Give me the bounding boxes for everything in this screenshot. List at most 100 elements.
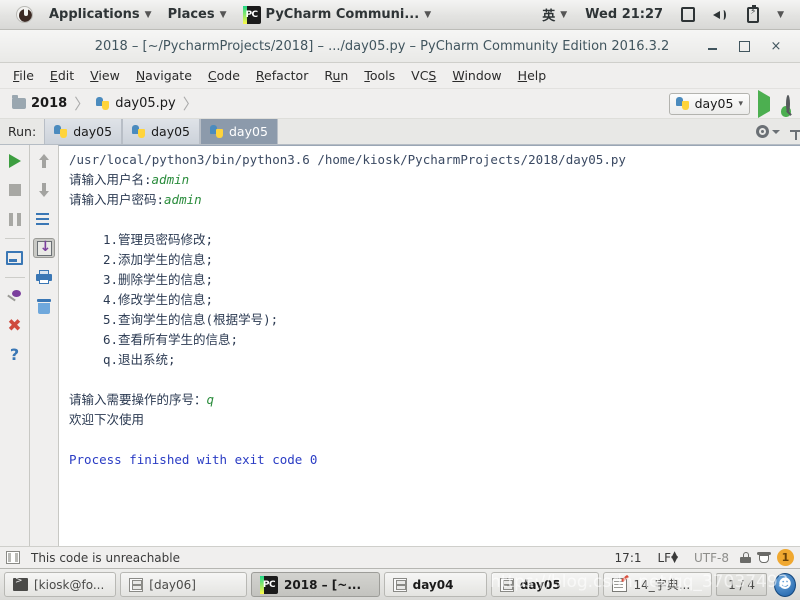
soft-wrap-button[interactable] [33,209,55,229]
lock-icon[interactable] [740,552,751,563]
search-everywhere-button[interactable] [786,94,790,113]
taskbar-item-notepad[interactable]: 14_字典... [603,572,713,597]
active-window-menu[interactable]: PC PyCharm Communi... ▼ [235,2,440,28]
menu-vcs[interactable]: VCS [404,65,443,86]
chevron-down-icon: ▼ [560,9,568,20]
run-configuration-label: day05 [694,96,734,111]
file-manager-icon [129,577,144,592]
run-configuration-selector[interactable]: day05 ▾ [668,92,750,115]
hector-icon[interactable] [757,551,771,564]
updown-arrows-icon: ▲ ▼ [671,550,679,565]
taskbar-item-label: 2018 – [~... [284,577,361,592]
battery-button[interactable] [739,2,767,28]
run-button[interactable] [758,89,770,118]
console-exit-line: Process finished with exit code 0 [69,452,318,467]
window-titlebar: 2018 – [~/PycharmProjects/2018] – .../da… [0,30,800,63]
taskbar-item-terminal[interactable]: [kiosk@fo... [4,572,117,597]
display-settings-button[interactable] [673,2,703,28]
taskbar-item-day06[interactable]: [day06] [120,572,248,597]
menu-window[interactable]: Window [445,65,508,86]
pause-button[interactable] [4,209,26,229]
input-method-indicator[interactable]: 英 ▼ [534,2,575,28]
run-tab-2[interactable]: day05 [122,119,200,144]
print-button[interactable] [33,267,55,287]
rerun-button[interactable] [4,151,26,171]
clear-all-button[interactable] [33,296,55,316]
console-line: q.退出系统; [103,352,176,367]
notification-badge[interactable]: 1 [777,549,794,566]
breadcrumb-project-label: 2018 [31,96,68,111]
toolbar-divider [4,277,25,278]
taskbar-item-day04[interactable]: day04 [383,572,487,597]
pycharm-window: 2018 – [~/PycharmProjects/2018] – .../da… [0,30,800,568]
line-separator[interactable]: LF▲ ▼ [653,551,684,565]
show-console-button[interactable] [4,248,26,268]
workspace-pager[interactable]: 1 / 4 [716,573,768,596]
menu-view[interactable]: View [83,65,127,86]
pause-icon [8,212,21,226]
scroll-down-button[interactable] [33,180,55,200]
taskbar-item-label: day05 [519,577,561,592]
volume-button[interactable] [705,2,737,28]
breadcrumb-separator: 〉 [182,95,198,113]
applications-menu[interactable]: Applications ▼ [41,2,160,28]
console-prompt: 请输入用户名: [69,172,152,187]
console-line: 1.管理员密码修改; [103,232,214,247]
menu-code[interactable]: Code [201,65,247,86]
menu-edit[interactable]: Edit [43,65,81,86]
line-separator-label: LF [657,550,672,565]
scroll-to-end-button[interactable] [33,238,55,258]
menu-file[interactable]: File [6,65,41,86]
run-tab-1[interactable]: day05 [44,119,123,144]
scroll-up-button[interactable] [33,151,55,171]
toggle-toolwindows-icon[interactable] [6,551,20,564]
close-tab-button[interactable]: ✖ [4,316,26,336]
taskbar-item-label: 14_字典... [633,578,691,592]
help-icon: ? [9,345,20,364]
console-line: 2.添加学生的信息; [103,252,214,267]
python-file-icon [132,124,146,139]
close-window-button[interactable]: × [768,38,784,54]
console-line: 请输入用户名:admin [69,170,800,190]
places-label: Places [167,7,215,22]
caret-position[interactable]: 17:1 [610,551,647,565]
stop-button[interactable] [4,180,26,200]
menu-navigate[interactable]: Navigate [129,65,199,86]
places-menu[interactable]: Places ▼ [160,2,235,28]
toolbar-divider [4,238,25,239]
soft-wrap-icon [36,212,52,226]
breadcrumb-item-project[interactable]: 2018 [8,94,71,113]
run-tab-3[interactable]: day05 [200,119,278,144]
console-actions-toolbar [29,145,58,546]
taskbar-item-label: [day06] [149,577,196,592]
minimize-button[interactable] [704,38,720,54]
run-actions-toolbar: ✖ ? [0,145,29,546]
pin-icon [7,289,22,305]
scroll-to-end-icon [36,239,52,256]
maximize-button[interactable] [736,38,752,54]
folder-icon [12,95,26,109]
run-icon [758,89,770,118]
breadcrumb-item-file[interactable]: day05.py [92,94,180,113]
menu-refactor[interactable]: Refactor [249,65,315,86]
menu-tools[interactable]: Tools [357,65,402,86]
menu-help[interactable]: Help [511,65,554,86]
pin-tab-button[interactable] [4,287,26,307]
system-menu-button[interactable]: ▼ [769,2,792,28]
settings-button[interactable] [756,125,780,138]
fedora-menu-button[interactable] [8,2,41,28]
python-file-icon [210,124,224,139]
console-output[interactable]: /usr/local/python3/bin/python3.6 /home/k… [58,145,800,546]
run-tab-3-label: day05 [229,124,268,139]
encoding-indicator[interactable]: UTF-8 [689,551,734,565]
tray-indicator-icon[interactable]: ☻ [774,572,796,597]
taskbar-item-day05[interactable]: day05 [490,572,600,597]
run-tab-1-label: day05 [73,124,113,139]
gear-icon [756,125,769,138]
taskbar-item-pycharm[interactable]: PC 2018 – [~... [251,572,380,597]
clock[interactable]: Wed 21:27 [577,2,671,28]
chevron-down-icon: ▼ [144,9,152,20]
menu-run[interactable]: Run [317,65,355,86]
desktop-top-panel: Applications ▼ Places ▼ PC PyCharm Commu… [0,0,800,30]
help-button[interactable]: ? [4,345,26,365]
